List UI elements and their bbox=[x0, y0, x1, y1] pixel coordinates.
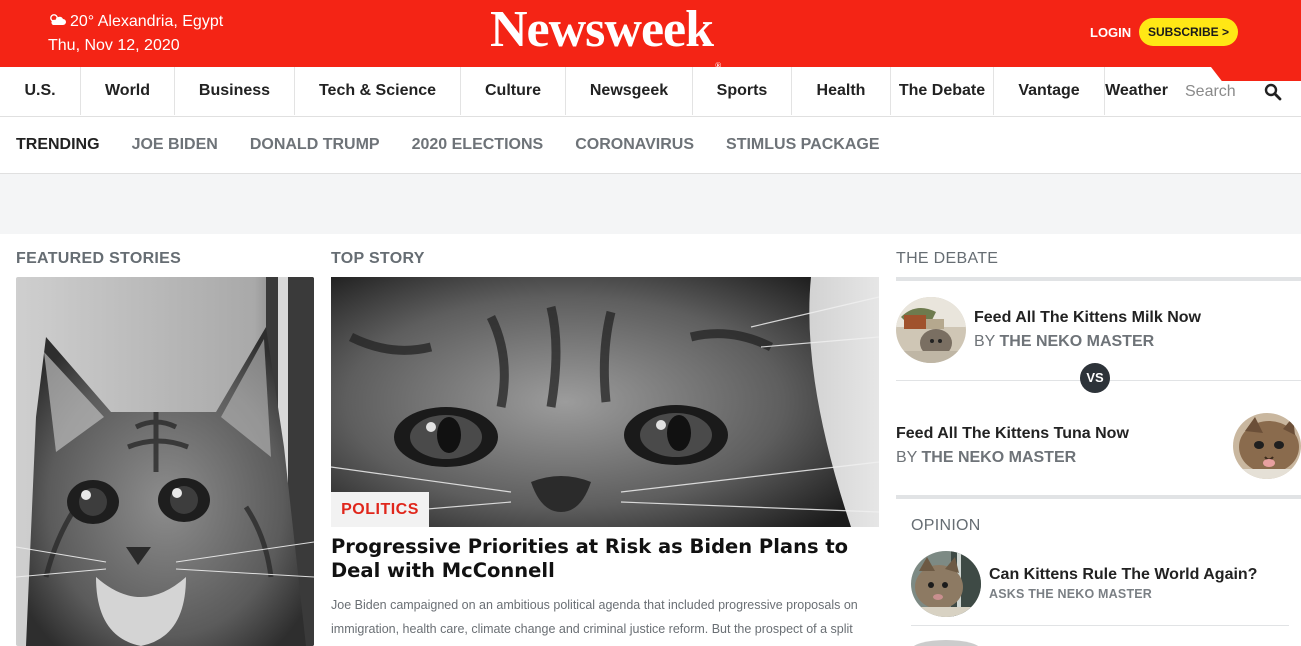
debate-top-rule bbox=[896, 277, 1301, 281]
nav-item-sports[interactable]: Sports bbox=[692, 67, 791, 115]
debate-avatar-a[interactable] bbox=[896, 297, 966, 363]
featured-stories-heading: FEATURED STORIES bbox=[16, 250, 182, 267]
debate-bottom-rule bbox=[896, 495, 1301, 499]
search-icon[interactable] bbox=[1264, 83, 1282, 101]
search-input[interactable]: Search bbox=[1185, 82, 1236, 102]
nav-item-weather[interactable]: Weather bbox=[1104, 67, 1168, 115]
main-nav: U.S. World Business Tech & Science Cultu… bbox=[0, 67, 1301, 117]
weather-text: 20° Alexandria, Egypt bbox=[70, 13, 224, 30]
opinion-avatar[interactable] bbox=[911, 551, 981, 617]
trending-joe-biden[interactable]: JOE BIDEN bbox=[132, 136, 218, 154]
byline-author[interactable]: THE NEKO MASTER bbox=[922, 449, 1077, 466]
nav-item-us[interactable]: U.S. bbox=[0, 67, 80, 115]
top-story-headline[interactable]: Progressive Priorities at Risk as Biden … bbox=[331, 535, 879, 583]
debate-side-b-byline: BY THE NEKO MASTER bbox=[896, 449, 1076, 467]
top-story-heading: TOP STORY bbox=[331, 250, 425, 267]
nav-item-world[interactable]: World bbox=[80, 67, 174, 115]
nav-item-culture[interactable]: Culture bbox=[460, 67, 565, 115]
subscribe-button[interactable]: SUBSCRIBE > bbox=[1139, 18, 1238, 46]
weather-cloud-icon bbox=[48, 13, 68, 27]
debate-side-b-title[interactable]: Feed All The Kittens Tuna Now bbox=[896, 425, 1129, 443]
nav-item-the-debate[interactable]: The Debate bbox=[890, 67, 993, 115]
nav-item-tech-science[interactable]: Tech & Science bbox=[294, 67, 460, 115]
byline-prefix: BY bbox=[974, 333, 1000, 350]
site-header: 20° Alexandria, Egypt Thu, Nov 12, 2020 … bbox=[0, 0, 1301, 81]
nav-item-business[interactable]: Business bbox=[174, 67, 294, 115]
ad-placeholder-band bbox=[0, 174, 1301, 234]
current-date: Thu, Nov 12, 2020 bbox=[48, 37, 180, 54]
nav-item-health[interactable]: Health bbox=[791, 67, 890, 115]
top-story-summary: Joe Biden campaigned on an ambitious pol… bbox=[331, 598, 858, 636]
opinion-divider bbox=[911, 625, 1289, 626]
trending-coronavirus[interactable]: CORONAVIRUS bbox=[575, 136, 694, 154]
byline-prefix: BY bbox=[896, 449, 922, 466]
featured-story-image[interactable] bbox=[16, 277, 314, 646]
nav-item-newsgeek[interactable]: Newsgeek bbox=[565, 67, 692, 115]
trending-stimulus-package[interactable]: STIMLUS PACKAGE bbox=[726, 136, 879, 154]
trending-label: TRENDING bbox=[16, 136, 100, 153]
opinion-heading: OPINION bbox=[911, 517, 981, 534]
logo-text: Newsweek bbox=[490, 1, 714, 58]
debate-side-a-title[interactable]: Feed All The Kittens Milk Now bbox=[974, 309, 1201, 327]
opinion-item-title[interactable]: Can Kittens Rule The World Again? bbox=[989, 566, 1257, 584]
trending-bar: TRENDING JOE BIDEN DONALD TRUMP 2020 ELE… bbox=[0, 117, 1301, 174]
versus-badge: VS bbox=[1080, 363, 1110, 393]
debate-side-a-byline: BY THE NEKO MASTER bbox=[974, 333, 1154, 351]
byline-author[interactable]: THE NEKO MASTER bbox=[1000, 333, 1155, 350]
the-debate-heading: THE DEBATE bbox=[896, 250, 999, 267]
politics-tag[interactable]: POLITICS bbox=[331, 492, 429, 527]
debate-avatar-b[interactable] bbox=[1233, 413, 1301, 479]
nav-item-vantage[interactable]: Vantage bbox=[993, 67, 1104, 115]
login-link[interactable]: LOGIN bbox=[1090, 25, 1131, 40]
opinion-next-avatar[interactable] bbox=[911, 640, 981, 646]
weather-widget[interactable]: 20° Alexandria, Egypt Thu, Nov 12, 2020 bbox=[48, 10, 223, 58]
top-story-image[interactable] bbox=[331, 277, 879, 527]
trending-donald-trump[interactable]: DONALD TRUMP bbox=[250, 136, 380, 154]
trending-2020-elections[interactable]: 2020 ELECTIONS bbox=[412, 136, 544, 154]
opinion-item-byline[interactable]: ASKS THE NEKO MASTER bbox=[989, 587, 1152, 601]
newsweek-logo[interactable]: Newsweek® bbox=[490, 0, 721, 70]
